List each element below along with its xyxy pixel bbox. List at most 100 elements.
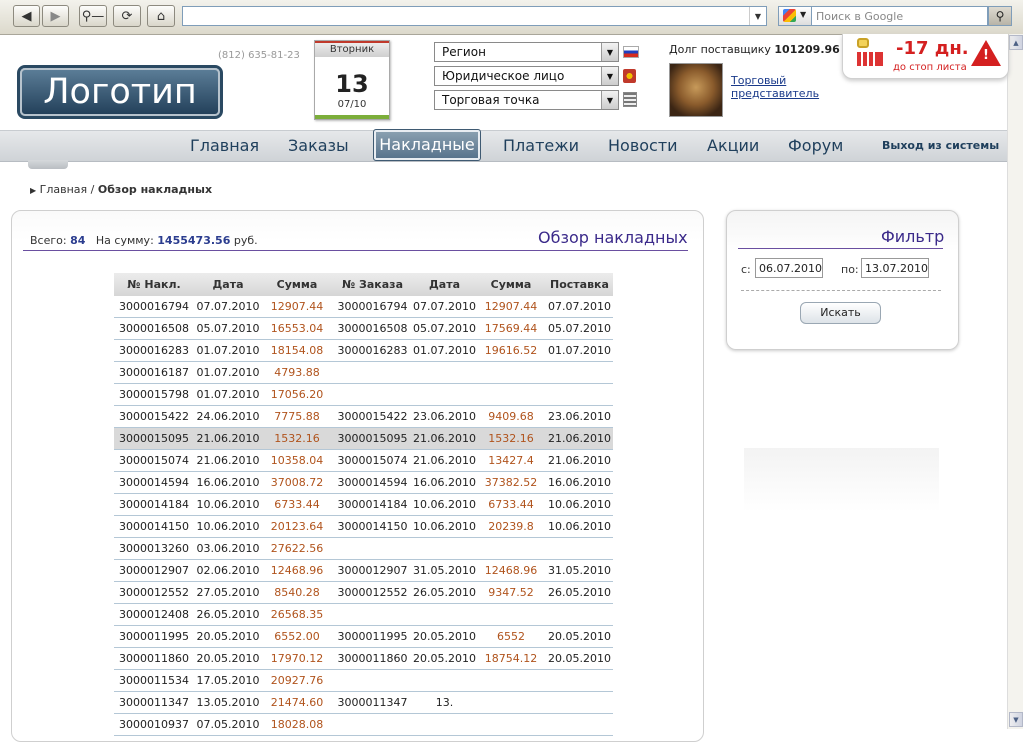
search-button[interactable]: Искать — [800, 302, 881, 324]
cell-invoice-date: 27.05.2010 — [194, 581, 262, 604]
nav-invoices[interactable]: Накладные — [373, 129, 481, 161]
back-button[interactable]: ◀ — [13, 5, 40, 27]
url-dropdown-icon[interactable]: ▼ — [749, 7, 766, 25]
table-row[interactable]: 3000012408 26.05.2010 26568.35 — [114, 603, 613, 626]
col-delivery[interactable]: Поставка — [545, 273, 613, 296]
home-button[interactable]: ⌂ — [147, 5, 175, 27]
col-order-sum[interactable]: Сумма — [475, 273, 546, 296]
table-row[interactable]: 3000015095 21.06.2010 1532.16 3000015095 21.… — [114, 427, 613, 450]
reload-icon: ⟳ — [121, 8, 133, 24]
region-select[interactable]: Регион ▼ — [434, 42, 619, 62]
nav-forum[interactable]: Форум — [788, 136, 843, 155]
table-row[interactable]: 3000012907 02.06.2010 12468.96 3000012907 31… — [114, 559, 613, 582]
totals-summary: Всего: 84 На сумму: 1455473.56 руб. — [30, 234, 258, 247]
google-search-button[interactable]: ⚲ — [988, 6, 1012, 26]
key-button[interactable]: ⚲— — [79, 5, 107, 27]
reload-button[interactable]: ⟳ — [113, 5, 141, 27]
cell-invoice-date: 24.06.2010 — [194, 405, 262, 428]
col-invoice-no[interactable]: № Накл. — [114, 273, 194, 296]
sales-rep-link[interactable]: Торговый представитель — [731, 74, 819, 100]
table-row[interactable]: 3000015798 01.07.2010 17056.20 — [114, 383, 613, 406]
table-row[interactable]: 3000011995 20.05.2010 6552.00 3000011995 20.… — [114, 625, 613, 648]
legal-entity-select[interactable]: Юридическое лицо ▼ — [434, 66, 619, 86]
cell-invoice-sum: 6733.44 — [262, 493, 332, 516]
table-row[interactable]: 3000014594 16.06.2010 37008.72 3000014594 16… — [114, 471, 613, 494]
table-row[interactable]: 3000016283 01.07.2010 18154.08 3000016283 01… — [114, 339, 613, 362]
cell-delivery — [545, 669, 613, 692]
col-order-date[interactable]: Дата — [413, 273, 476, 296]
cell-order-date: 23.06.2010 — [413, 405, 476, 428]
cell-invoice-date: 16.06.2010 — [194, 471, 262, 494]
col-invoice-date[interactable]: Дата — [194, 273, 262, 296]
table-row[interactable]: 3000013260 03.06.2010 27622.56 — [114, 537, 613, 560]
cell-order-sum: 18754.12 — [475, 647, 546, 670]
nav-promotions[interactable]: Акции — [707, 136, 759, 155]
table-row[interactable]: 3000011860 20.05.2010 17970.12 3000011860 20… — [114, 647, 613, 670]
google-search-input[interactable]: Поиск в Google — [812, 6, 988, 26]
logout-link[interactable]: Выход из системы — [882, 139, 999, 152]
cell-order-date: 21.06.2010 — [413, 427, 476, 450]
nav-orders[interactable]: Заказы — [288, 136, 349, 155]
cell-order-no: 3000011347 — [332, 691, 413, 714]
cell-order-sum: 37382.52 — [475, 471, 546, 494]
table-row[interactable]: 3000016794 07.07.2010 12907.44 3000016794 07… — [114, 296, 613, 318]
cell-invoice-date: 01.07.2010 — [194, 361, 262, 384]
cell-order-no — [332, 537, 413, 560]
cell-order-sum: 17569.44 — [475, 317, 546, 340]
cell-order-no: 3000011995 — [332, 625, 413, 648]
cell-invoice-no: 3000015422 — [114, 405, 194, 428]
cell-invoice-no: 3000011534 — [114, 669, 194, 692]
cell-order-no: 3000015095 — [332, 427, 413, 450]
cell-order-sum: 12907.44 — [475, 296, 546, 318]
search-engine-button[interactable]: ▼ — [778, 6, 812, 26]
cell-order-sum — [475, 537, 546, 560]
cell-order-no — [332, 669, 413, 692]
table-row[interactable]: 3000015074 21.06.2010 10358.04 3000015074 21… — [114, 449, 613, 472]
table-row[interactable]: 3000014150 10.06.2010 20123.64 3000014150 10… — [114, 515, 613, 538]
col-invoice-sum[interactable]: Сумма — [262, 273, 332, 296]
days-left: -17 дн. — [896, 38, 969, 59]
cell-order-date — [413, 361, 476, 384]
cell-order-date: 31.05.2010 — [413, 559, 476, 582]
table-row[interactable]: 3000011347 13.05.2010 21474.60 3000011347 13… — [114, 691, 613, 714]
forward-button[interactable]: ▶ — [42, 5, 69, 27]
cell-order-sum: 13427.4 — [475, 449, 546, 472]
nav-payments[interactable]: Платежи — [503, 136, 579, 155]
table-row[interactable]: 3000016508 05.07.2010 16553.04 3000016508 05… — [114, 317, 613, 340]
vertical-scrollbar[interactable]: ▲ ▼ — [1007, 34, 1023, 729]
cell-delivery: 01.07.2010 — [545, 339, 613, 362]
col-order-no[interactable]: № Заказа — [332, 273, 413, 296]
cell-order-no — [332, 383, 413, 406]
cell-order-sum — [475, 361, 546, 384]
collapse-tab[interactable] — [28, 160, 68, 169]
logo[interactable]: Логотип — [20, 68, 220, 116]
table-row[interactable]: 3000015422 24.06.2010 7775.88 3000015422 23.… — [114, 405, 613, 428]
table-row[interactable]: 3000014184 10.06.2010 6733.44 3000014184 10.… — [114, 493, 613, 516]
cell-order-date: 10.06.2010 — [413, 493, 476, 516]
nav-news[interactable]: Новости — [608, 136, 678, 155]
google-icon — [783, 9, 796, 22]
scroll-down-icon[interactable]: ▼ — [1009, 712, 1023, 727]
cell-delivery: 23.06.2010 — [545, 405, 613, 428]
table-row[interactable]: 3000010937 07.05.2010 18028.08 — [114, 713, 613, 736]
table-row[interactable]: 3000016187 01.07.2010 4793.88 — [114, 361, 613, 384]
table-row[interactable]: 3000012552 27.05.2010 8540.28 3000012552 26.… — [114, 581, 613, 604]
cell-invoice-no: 3000012907 — [114, 559, 194, 582]
cell-order-no: 3000014184 — [332, 493, 413, 516]
filter-from-input[interactable]: 06.07.2010 — [755, 258, 823, 278]
cell-delivery — [545, 383, 613, 406]
url-input[interactable]: ▼ — [182, 6, 767, 26]
cell-order-date: 16.06.2010 — [413, 471, 476, 494]
scroll-up-icon[interactable]: ▲ — [1009, 35, 1023, 50]
stop-list-alert: -17 дн. до стоп листа ! — [842, 34, 1009, 79]
outlet-select[interactable]: Торговая точка ▼ — [434, 90, 619, 110]
cell-invoice-no: 3000010937 — [114, 713, 194, 736]
table-row[interactable]: 3000011534 17.05.2010 20927.76 — [114, 669, 613, 692]
cell-order-sum: 1532.16 — [475, 427, 546, 450]
cell-delivery — [545, 713, 613, 736]
filter-to-input[interactable]: 13.07.2010 — [861, 258, 929, 278]
nav-home[interactable]: Главная — [190, 136, 259, 155]
breadcrumb-home[interactable]: Главная — [40, 183, 88, 196]
sales-rep-line2: представитель — [731, 87, 820, 100]
filter-title: Фильтр — [881, 227, 945, 246]
